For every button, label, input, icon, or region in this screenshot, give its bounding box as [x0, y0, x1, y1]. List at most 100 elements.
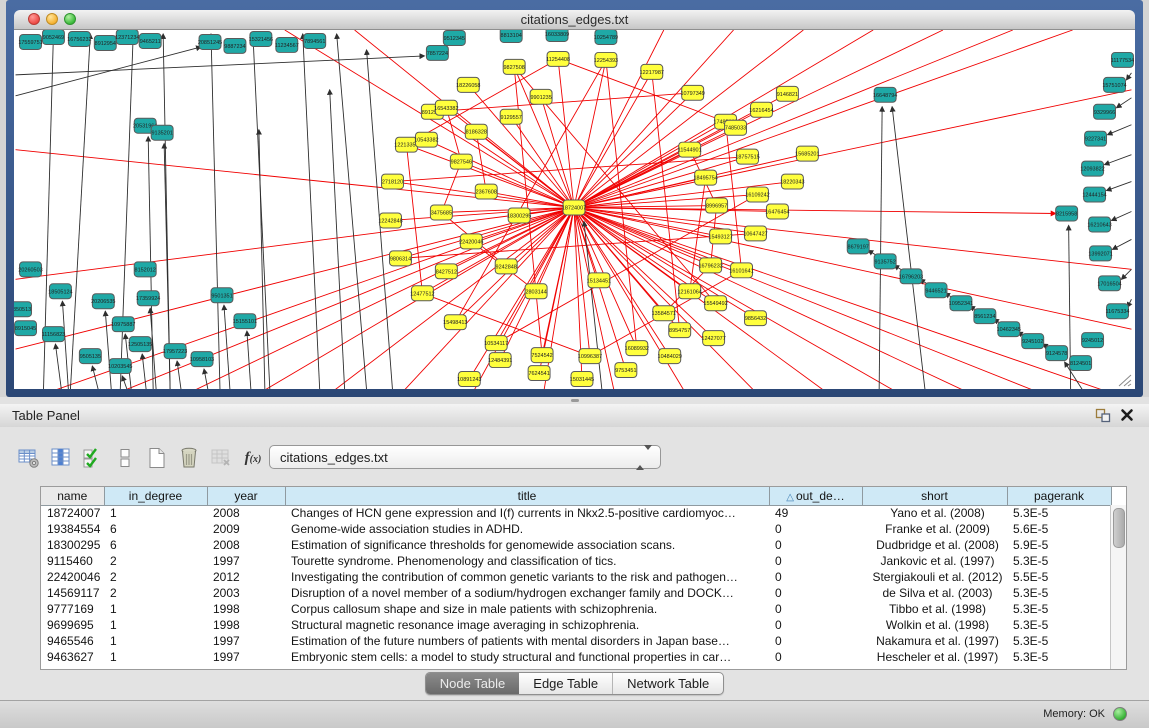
column-header-out_de[interactable]: △out_de… [769, 487, 862, 505]
graph-edge[interactable] [574, 208, 755, 319]
memory-ok-indicator[interactable] [1113, 707, 1127, 721]
graph-edge[interactable] [122, 376, 127, 389]
table-cell[interactable]: 6 [104, 521, 207, 537]
table-cell[interactable]: 2 [104, 569, 207, 585]
table-cell[interactable]: Jankovic et al. (1997) [862, 553, 1007, 569]
table-cell[interactable]: 1997 [207, 633, 285, 649]
delete-table-icon[interactable] [208, 445, 234, 471]
column-chooser-icon[interactable] [48, 445, 74, 471]
graph-edge[interactable] [1113, 239, 1132, 249]
graph-edge[interactable] [195, 208, 574, 389]
table-cell[interactable]: 49 [769, 505, 862, 521]
graph-edge[interactable] [211, 34, 220, 389]
graph-edge[interactable] [120, 34, 133, 389]
table-row[interactable]: 969969511998Structural magnetic resonanc… [41, 617, 1111, 633]
graph-edge[interactable] [16, 47, 201, 96]
row-boxes-icon[interactable] [112, 445, 138, 471]
column-header-year[interactable]: year [207, 487, 285, 505]
table-cell[interactable]: Embryonic stem cells: a model to study s… [285, 649, 769, 665]
graph-edge[interactable] [92, 366, 98, 389]
graph-edge[interactable] [330, 90, 345, 389]
graph-edge[interactable] [16, 208, 574, 280]
table-cell[interactable]: 1998 [207, 601, 285, 617]
table-cell[interactable]: Stergiakouli et al. (2012) [862, 569, 1007, 585]
column-header-title[interactable]: title [285, 487, 769, 505]
graph-edge[interactable] [400, 233, 755, 258]
splitter-grip[interactable] [571, 399, 579, 402]
float-window-icon[interactable] [1095, 408, 1111, 423]
table-cell[interactable]: 0 [769, 585, 862, 601]
table-row[interactable]: 1938455462009Genome-wide association stu… [41, 521, 1111, 537]
table-cell[interactable]: 5.3E-5 [1007, 585, 1111, 601]
table-cell[interactable]: 18724007 [41, 505, 104, 521]
table-row[interactable]: 946554611997Estimation of the future num… [41, 633, 1111, 649]
graph-edge[interactable] [574, 30, 943, 208]
graph-edge[interactable] [496, 208, 574, 344]
table-row[interactable]: 1456911722003Disruption of a novel membe… [41, 585, 1111, 601]
scrollbar-thumb[interactable] [1113, 508, 1125, 548]
table-cell[interactable]: Changes of HCN gene expression and I(f) … [285, 505, 769, 521]
column-header-in_degree[interactable]: in_degree [104, 487, 207, 505]
graph-edge[interactable] [1121, 269, 1131, 279]
graph-edge[interactable] [62, 301, 68, 389]
graph-edge[interactable] [574, 90, 1131, 208]
table-cell[interactable]: 22420046 [41, 569, 104, 585]
table-cell[interactable]: 5.6E-5 [1007, 521, 1111, 537]
select-checks-icon[interactable] [80, 445, 106, 471]
table-cell[interactable]: de Silva et al. (2003) [862, 585, 1007, 601]
table-cell[interactable]: 9463627 [41, 649, 104, 665]
table-cell[interactable]: 0 [769, 521, 862, 537]
graph-edge[interactable] [16, 208, 574, 350]
table-cell[interactable]: Hescheler et al. (1997) [862, 649, 1007, 665]
table-row[interactable]: 2242004622012Investigating the contribut… [41, 569, 1111, 585]
table-row[interactable]: 1830029562008Estimation of significance … [41, 537, 1111, 553]
table-cell[interactable]: 0 [769, 553, 862, 569]
graph-edge[interactable] [432, 93, 692, 112]
table-row[interactable]: 977716911998Corpus callosum shape and si… [41, 601, 1111, 617]
table-cell[interactable]: 1 [104, 505, 207, 521]
table-cell[interactable]: 2009 [207, 521, 285, 537]
graph-edge[interactable] [337, 34, 367, 389]
table-cell[interactable]: Disruption of a novel member of a sodium… [285, 585, 769, 601]
table-cell[interactable]: 9465546 [41, 633, 104, 649]
column-header-name[interactable]: name [41, 487, 104, 505]
graph-edge[interactable] [70, 34, 90, 389]
table-cell[interactable]: 5.3E-5 [1007, 553, 1111, 569]
table-cell[interactable]: 5.3E-5 [1007, 505, 1111, 521]
table-cell[interactable]: 1998 [207, 617, 285, 633]
table-cell[interactable]: Tourette syndrome. Phenomenology and cla… [285, 553, 769, 569]
network-graph[interactable]: 1872400711254408122543931221798710797349… [14, 30, 1135, 389]
table-mode-icon[interactable] [16, 445, 42, 471]
table-cell[interactable]: 0 [769, 601, 862, 617]
graph-edge[interactable] [892, 107, 925, 389]
tab-node-table[interactable]: Node Table [426, 673, 520, 694]
graph-edge[interactable] [1107, 182, 1132, 191]
graph-edge[interactable] [177, 361, 181, 389]
table-cell[interactable]: 5.5E-5 [1007, 569, 1111, 585]
graph-edge[interactable] [253, 34, 270, 389]
graph-edge[interactable] [574, 208, 1103, 389]
graph-edge[interactable] [303, 34, 320, 389]
table-cell[interactable]: 2003 [207, 585, 285, 601]
table-cell[interactable]: 1 [104, 649, 207, 665]
table-cell[interactable]: 9115460 [41, 553, 104, 569]
tab-network-table[interactable]: Network Table [612, 673, 723, 694]
graph-edge[interactable] [224, 305, 230, 389]
resize-grip-icon[interactable] [1115, 373, 1133, 387]
graph-edge[interactable] [541, 97, 574, 208]
table-row[interactable]: 911546021997Tourette syndrome. Phenomeno… [41, 553, 1111, 569]
table-cell[interactable]: 2012 [207, 569, 285, 585]
table-cell[interactable]: 9699695 [41, 617, 104, 633]
table-cell[interactable]: 0 [769, 569, 862, 585]
close-panel-icon[interactable] [1119, 407, 1135, 423]
table-cell[interactable]: 0 [769, 649, 862, 665]
network-canvas[interactable]: 1872400711254408122543931221798710797349… [14, 30, 1135, 389]
column-header-short[interactable]: short [862, 487, 1007, 505]
graph-edge[interactable] [1108, 125, 1132, 135]
graph-edge[interactable] [574, 30, 1073, 208]
table-cell[interactable]: Structural magnetic resonance image aver… [285, 617, 769, 633]
graph-edge[interactable] [1112, 211, 1132, 220]
graph-edge[interactable] [142, 354, 146, 389]
table-cell[interactable]: 2 [104, 553, 207, 569]
table-cell[interactable]: 2008 [207, 505, 285, 521]
